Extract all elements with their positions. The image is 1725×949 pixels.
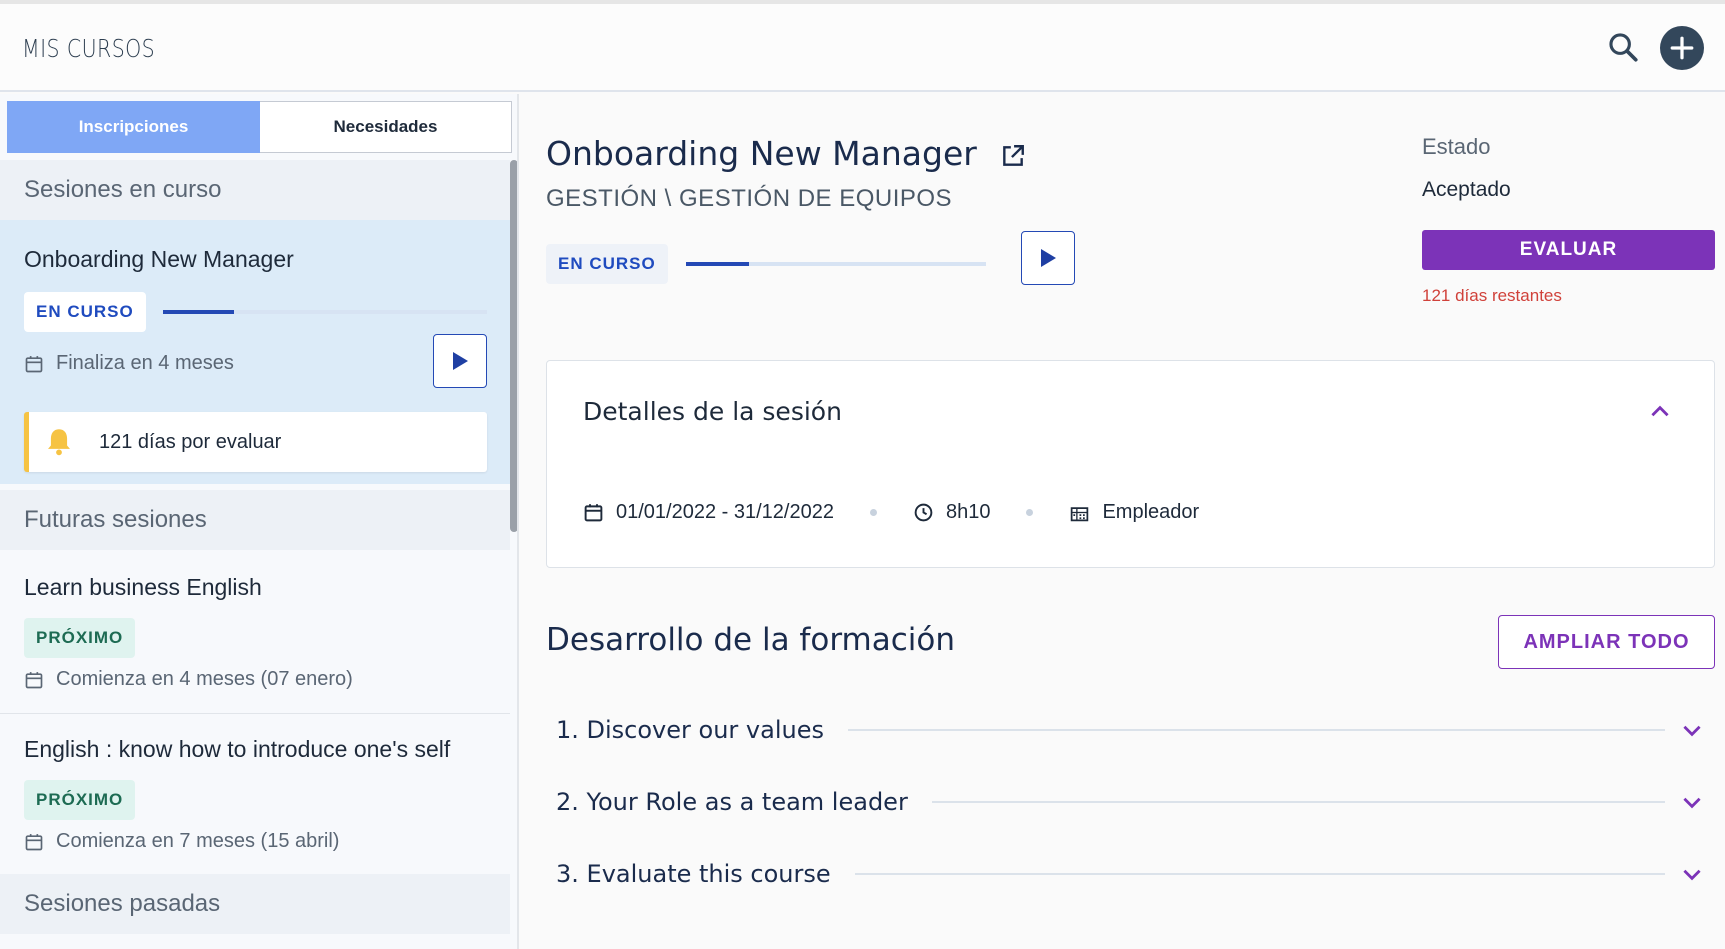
expand-all-button[interactable]: AMPLIAR TODO [1498, 615, 1715, 669]
module-label: 3. Evaluate this course [556, 860, 831, 888]
chevron-up-icon [1651, 405, 1669, 417]
session-organizer: Empleador [1069, 501, 1199, 524]
course-meta-text: Finaliza en 4 meses [56, 352, 234, 374]
section-header-current: Sesiones en curso [0, 160, 510, 220]
calendar-icon [25, 833, 43, 850]
search-button[interactable] [1606, 30, 1640, 64]
app-header: MIS CURSOS [0, 4, 1725, 92]
status-badge: PRÓXIMO [24, 780, 136, 820]
course-meta-text: Comienza en 7 meses (15 abril) [56, 830, 340, 852]
evaluation-alert: 121 días por evaluar [24, 412, 487, 472]
collapse-button[interactable] [1647, 399, 1673, 430]
chevron-down-icon [1683, 869, 1701, 881]
page-title: MIS CURSOS [22, 34, 156, 63]
chevron-down-icon [1683, 797, 1701, 809]
progress-bar [686, 262, 986, 266]
course-title: Learn business English [24, 574, 262, 600]
separator-dot [869, 509, 877, 516]
status-label: Estado [1422, 134, 1491, 159]
calendar-icon [25, 355, 43, 372]
add-button[interactable] [1660, 26, 1704, 70]
status-value: Aceptado [1422, 178, 1511, 201]
session-duration: 8h10 [913, 501, 991, 524]
module-label: 2. Your Role as a team leader [556, 788, 908, 816]
course-title: Onboarding New Manager [24, 246, 294, 272]
session-duration-text: 8h10 [945, 501, 991, 523]
list-item[interactable]: Learn business English PRÓXIMO Comienza … [0, 550, 510, 710]
calendar-icon [25, 671, 43, 688]
list-item[interactable]: English : know how to introduce one's se… [0, 714, 510, 874]
sidebar-tabs: Inscripciones Necesidades [7, 101, 512, 153]
course-title: English : know how to introduce one's se… [24, 736, 451, 762]
progress-fill [686, 262, 749, 266]
module-divider [931, 801, 1665, 803]
play-icon [1041, 249, 1056, 267]
play-icon [453, 352, 468, 370]
play-button[interactable] [433, 334, 487, 388]
add-icon [1670, 36, 1694, 60]
course-meta: Comienza en 7 meses (15 abril) [24, 830, 339, 853]
module-row-3[interactable]: 3. Evaluate this course [556, 854, 1715, 894]
chevron-down-icon [1683, 725, 1701, 737]
play-button[interactable] [1021, 231, 1075, 285]
section-header-future: Futuras sesiones [0, 490, 510, 550]
evaluate-button[interactable]: EVALUAR [1422, 230, 1715, 270]
sidebar-scrollbar[interactable] [510, 160, 517, 532]
development-title: Desarrollo de la formación [546, 622, 955, 658]
session-info-row: 01/01/2022 - 31/12/2022 8h10 Empleador [583, 501, 1199, 524]
status-badge: PRÓXIMO [24, 618, 136, 658]
session-details-title: Detalles de la sesión [583, 397, 842, 426]
tab-necesidades[interactable]: Necesidades [260, 101, 512, 153]
bell-icon [48, 429, 70, 456]
course-detail-title: Onboarding New Manager [546, 134, 977, 173]
separator-dot [1026, 509, 1034, 516]
tab-inscripciones[interactable]: Inscripciones [7, 101, 260, 153]
days-remaining: 121 días restantes [1422, 286, 1562, 305]
module-label: 1. Discover our values [556, 716, 824, 744]
module-divider [847, 729, 1665, 731]
session-details-card: Detalles de la sesión 01/01/2022 - 31/12… [546, 360, 1715, 568]
progress-fill [163, 310, 235, 314]
module-row-2[interactable]: 2. Your Role as a team leader [556, 782, 1715, 822]
section-header-past: Sesiones pasadas [0, 874, 510, 934]
alert-text: 121 días por evaluar [99, 430, 282, 453]
session-dates: 01/01/2022 - 31/12/2022 [583, 501, 834, 524]
status-badge: EN CURSO [24, 292, 146, 332]
search-icon [1609, 33, 1638, 62]
clock-icon [914, 503, 933, 522]
status-badge: EN CURSO [546, 244, 668, 284]
breadcrumb: GESTIÓN \ GESTIÓN DE EQUIPOS [546, 185, 953, 212]
course-meta-text: Comienza en 4 meses (07 enero) [56, 668, 353, 690]
calendar-icon [584, 504, 603, 522]
course-meta: Comienza en 4 meses (07 enero) [24, 668, 353, 691]
external-link-button[interactable] [1000, 143, 1026, 169]
building-icon [1071, 507, 1089, 522]
external-link-icon [1003, 145, 1024, 166]
course-meta: Finaliza en 4 meses [24, 352, 234, 375]
sessions-sidebar: Inscripciones Necesidades Sesiones en cu… [0, 94, 519, 949]
course-card-active[interactable]: Onboarding New Manager EN CURSO Finaliza… [0, 220, 510, 484]
module-row-1[interactable]: 1. Discover our values [556, 710, 1715, 750]
module-divider [854, 873, 1665, 875]
session-dates-text: 01/01/2022 - 31/12/2022 [616, 501, 834, 523]
session-organizer-text: Empleador [1102, 501, 1200, 523]
progress-bar [163, 310, 487, 314]
